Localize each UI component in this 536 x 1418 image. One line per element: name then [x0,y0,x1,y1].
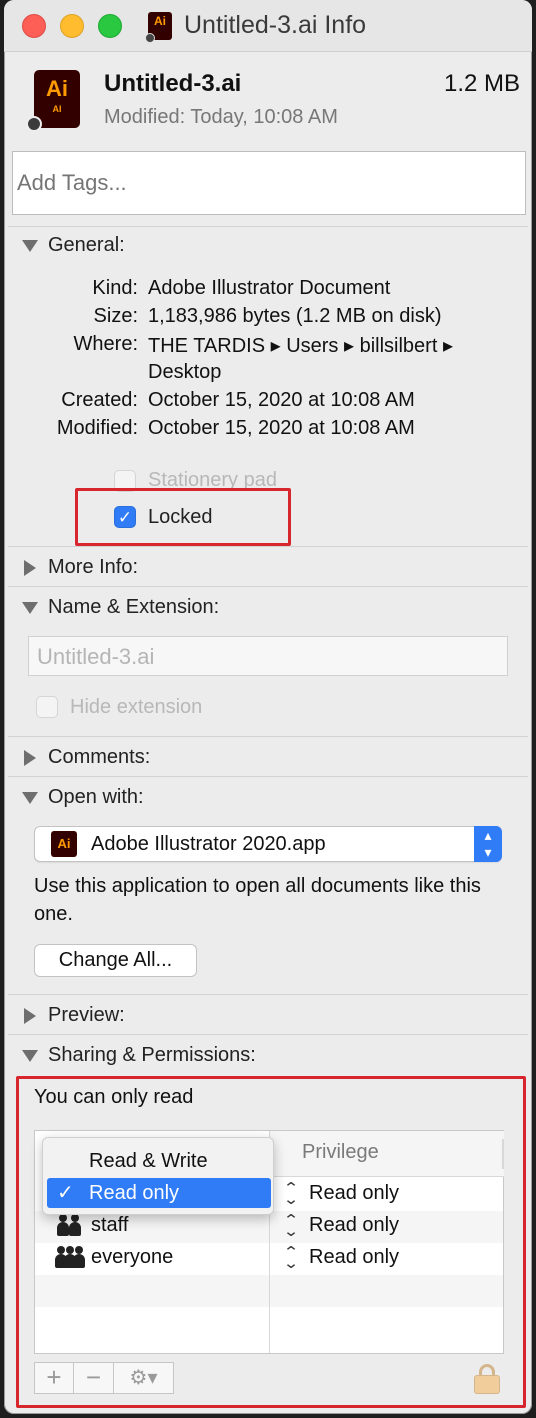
hide-extension-label: Hide extension [70,696,203,718]
disclosure-triangle-down-icon [22,239,38,252]
disclosure-triangle-right-icon [24,749,36,766]
file-icon-sublabel: AI [52,104,62,114]
section-more-info-heading: More Info: [48,556,139,578]
created-label: Created: [61,389,138,411]
size-label: Size: [93,305,138,327]
section-general-heading: General: [48,234,125,256]
section-preview-heading: Preview: [48,1004,125,1026]
modified-summary: Modified: Today, 10:08 AM [104,106,338,128]
section-more-info-toggle[interactable]: More Info: [22,556,138,579]
modified-value: October 15, 2020 at 10:08 AM [148,417,415,439]
popup-chevron-icon: ▴ ▾ [474,826,502,862]
where-value-continued: Desktop [148,361,222,383]
section-general-toggle[interactable]: General: [22,234,125,257]
created-value: October 15, 2020 at 10:08 AM [148,389,415,411]
disclosure-triangle-right-icon [24,559,36,576]
file-name-field[interactable]: Untitled-3.ai [28,636,508,676]
title-icon-label: Ai [154,14,166,28]
lock-badge-icon [145,33,155,43]
open-with-app-label: Adobe Illustrator 2020.app [91,833,326,855]
minimize-window-button[interactable] [60,14,84,38]
tags-input[interactable] [12,151,526,215]
divider [8,776,528,777]
disclosure-triangle-down-icon [22,1049,38,1062]
hide-extension-checkbox[interactable] [36,696,58,718]
divider [8,586,528,587]
illustrator-app-icon: Ai [51,831,77,857]
window-title: Untitled-3.ai Info [184,11,367,39]
section-comments-heading: Comments: [48,746,151,768]
open-with-description: Use this application to open all documen… [34,875,481,925]
section-sharing-heading: Sharing & Permissions: [48,1044,256,1066]
illustrator-file-icon: Ai [145,12,172,43]
section-name-extension-heading: Name & Extension: [48,596,220,618]
close-window-button[interactable] [22,14,46,38]
kind-value: Adobe Illustrator Document [148,277,391,299]
divider [8,226,528,227]
divider [8,994,528,995]
modified-label: Modified: [56,417,138,439]
file-name: Untitled-3.ai [104,70,242,97]
size-value: 1,183,986 bytes (1.2 MB on disk) [148,305,442,327]
disclosure-triangle-down-icon [22,601,38,614]
file-icon-label: Ai [46,76,68,101]
section-open-with-toggle[interactable]: Open with: [22,786,144,809]
divider [8,1034,528,1035]
disclosure-triangle-down-icon [22,791,38,804]
zoom-window-button[interactable] [98,14,122,38]
section-name-extension-toggle[interactable]: Name & Extension: [22,596,219,619]
divider [8,736,528,737]
lock-badge-icon [26,116,42,132]
kind-label: Kind: [92,277,138,299]
section-sharing-toggle[interactable]: Sharing & Permissions: [22,1044,256,1067]
info-window: Ai Untitled-3.ai Info Ai AI Untitled-3.a… [4,0,532,1414]
section-comments-toggle[interactable]: Comments: [22,746,150,769]
section-open-with-heading: Open with: [48,786,144,808]
highlight-box-locked [75,488,291,546]
file-size: 1.2 MB [443,70,520,97]
title-bar: Ai Untitled-3.ai Info [4,0,532,52]
open-with-app-popup[interactable]: Ai Adobe Illustrator 2020.app ▴ ▾ [34,826,502,862]
divider [8,546,528,547]
where-value: THE TARDIS ▸ Users ▸ billsilbert ▸ [148,335,453,357]
where-label: Where: [73,333,138,355]
disclosure-triangle-right-icon [24,1007,36,1024]
highlight-box-sharing [16,1076,526,1408]
change-all-button[interactable]: Change All... [34,944,197,977]
section-preview-toggle[interactable]: Preview: [22,1004,125,1027]
